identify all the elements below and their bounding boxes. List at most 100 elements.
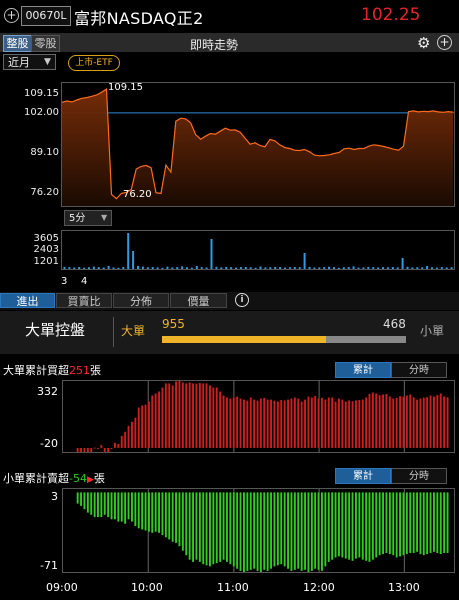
cumulative-bar: [388, 492, 391, 555]
cumulative-bar: [168, 492, 171, 540]
cumulative-bar: [297, 398, 300, 448]
cumulative-bar: [399, 492, 401, 557]
cumulative-bar: [127, 492, 130, 520]
cumulative-bar: [361, 492, 364, 560]
cumulative-bar: [287, 492, 289, 569]
x-tick-label: 4: [81, 276, 88, 287]
cumulative-bar: [120, 492, 123, 522]
cumulative-bar: [283, 400, 286, 448]
cumulative-bar: [215, 492, 218, 564]
cumulative-bar: [243, 492, 245, 572]
toggle-intraday[interactable]: 分時: [391, 362, 447, 378]
volume-bar: [88, 267, 90, 269]
volume-bar: [141, 266, 144, 269]
cumulative-bar: [416, 492, 418, 552]
y-tick-label: 102.00: [24, 107, 59, 118]
volume-bar: [63, 266, 66, 269]
cumulative-bar: [395, 492, 398, 558]
volume-bar: [288, 267, 291, 269]
cumulative-bar: [317, 492, 320, 570]
cumulative-bar: [433, 492, 435, 552]
cumulative-bar: [219, 391, 222, 448]
cumulative-bar: [371, 392, 374, 448]
big-order-value: 955: [162, 317, 185, 331]
cumulative-bar: [158, 391, 160, 448]
cumulative-bar: [392, 398, 395, 448]
cumulative-bar: [171, 492, 174, 542]
cumulative-bar: [395, 397, 398, 448]
cumulative-bar: [83, 448, 86, 452]
cumulative-bar: [344, 492, 347, 559]
cumulative-bar: [253, 399, 256, 448]
volume-bar: [127, 233, 130, 269]
cumulative-bar: [314, 492, 317, 569]
cumulative-bar: [161, 387, 164, 448]
stock-code-field[interactable]: 00670L: [21, 6, 71, 26]
cumulative-bar: [276, 492, 279, 566]
volume-bar: [181, 266, 184, 269]
y-tick-label: -20: [40, 437, 58, 450]
cumulative-bar: [351, 492, 354, 561]
cumulative-bar: [253, 492, 256, 569]
add-indicator-icon[interactable]: +: [437, 35, 452, 50]
cumulative-bar: [80, 448, 82, 452]
y-tick-label: -71: [40, 559, 58, 572]
cumulative-bar: [263, 397, 266, 448]
cumulative-bar: [402, 396, 405, 448]
y-tick-label: 1201: [33, 256, 59, 267]
tab-odd-lot[interactable]: 零股: [31, 35, 60, 52]
cumulative-bar: [249, 397, 252, 448]
cumulative-bar: [154, 393, 157, 448]
cumulative-bar: [361, 399, 364, 448]
cumulative-bar: [382, 492, 384, 555]
cumulative-bar: [436, 492, 439, 553]
volume-bar: [210, 239, 213, 269]
add-watchlist-icon[interactable]: +: [4, 8, 19, 23]
arrow-icon: ▶: [86, 475, 94, 485]
cumulative-bar: [86, 448, 89, 452]
title-value: 251: [69, 364, 90, 377]
cumulative-bar: [202, 383, 205, 448]
cumulative-bar: [195, 492, 198, 560]
tab-whole-lot[interactable]: 整股: [3, 35, 32, 52]
toggle-intraday[interactable]: 分時: [391, 468, 447, 484]
cumulative-bar: [375, 492, 378, 558]
order-ratio-fill: [162, 336, 326, 343]
cumulative-bar: [358, 492, 361, 558]
volume-bar: [279, 267, 282, 269]
cumulative-bar: [338, 398, 340, 448]
info-icon[interactable]: i: [235, 293, 249, 307]
cumulative-bar: [314, 395, 317, 448]
cumulative-bar: [209, 492, 211, 567]
cumulative-bar: [236, 492, 239, 569]
y-tick-label: 332: [37, 385, 58, 398]
cumulative-bar: [134, 417, 137, 448]
toggle-cumulative[interactable]: 累計: [335, 362, 391, 378]
cumulative-bar: [443, 492, 446, 553]
cumulative-bar: [304, 492, 306, 570]
volume-bar: [357, 267, 360, 269]
cumulative-bar: [324, 492, 327, 567]
cumulative-bar: [124, 431, 127, 448]
cumulative-bar: [300, 492, 303, 571]
toggle-cumulative[interactable]: 累計: [335, 468, 391, 484]
cumulative-bar: [439, 393, 442, 448]
cumulative-bar: [90, 492, 93, 515]
cumulative-bar: [266, 492, 269, 571]
gear-icon[interactable]: ⚙: [417, 34, 430, 52]
tab-distribution[interactable]: 分佈: [113, 293, 169, 308]
volume-bar: [186, 267, 188, 269]
cumulative-bar: [388, 396, 391, 448]
cumulative-bar: [310, 492, 313, 571]
tab-inflow-outflow[interactable]: 進出: [0, 293, 55, 308]
cumulative-bar: [297, 492, 300, 569]
volume-bar: [435, 267, 438, 269]
tab-buy-sell-ratio[interactable]: 買賣比: [56, 293, 112, 308]
cumulative-bar: [321, 397, 323, 448]
tab-price-volume[interactable]: 價量: [170, 293, 227, 308]
cumulative-bar: [249, 492, 252, 570]
cumulative-bar: [382, 394, 384, 448]
volume-bar: [298, 267, 301, 269]
cumulative-bar: [148, 401, 150, 448]
cumulative-bar: [134, 492, 137, 526]
